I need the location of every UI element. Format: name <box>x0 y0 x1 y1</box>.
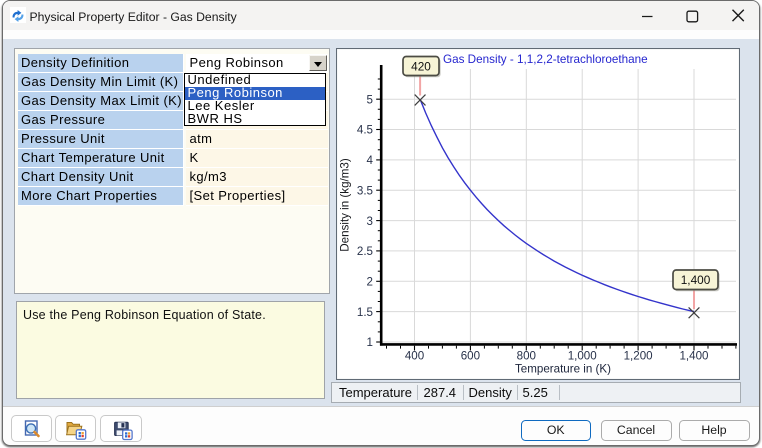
svg-text:Temperature in (K): Temperature in (K) <box>515 363 611 376</box>
svg-text:Density in (kg/m3): Density in (kg/m3) <box>339 158 352 252</box>
svg-text:1: 1 <box>367 336 373 349</box>
svg-text:420: 420 <box>411 59 431 73</box>
svg-text:2.5: 2.5 <box>357 245 373 258</box>
svg-text:4.5: 4.5 <box>357 124 373 137</box>
svg-text:5: 5 <box>367 93 373 106</box>
svg-text:4: 4 <box>367 154 374 167</box>
svg-text:800: 800 <box>517 350 536 363</box>
svg-text:2: 2 <box>367 276 373 289</box>
svg-text:1,400: 1,400 <box>681 273 711 287</box>
svg-text:1,200: 1,200 <box>624 350 653 363</box>
svg-text:600: 600 <box>461 350 480 363</box>
svg-text:1,400: 1,400 <box>679 350 708 363</box>
svg-text:1,000: 1,000 <box>568 350 597 363</box>
svg-text:1.5: 1.5 <box>357 306 373 319</box>
svg-text:3.5: 3.5 <box>357 184 373 197</box>
svg-text:400: 400 <box>405 350 424 363</box>
svg-text:3: 3 <box>367 215 373 228</box>
svg-text:Gas Density - 1,1,2,2-tetrachl: Gas Density - 1,1,2,2-tetrachloroethane <box>443 53 648 66</box>
